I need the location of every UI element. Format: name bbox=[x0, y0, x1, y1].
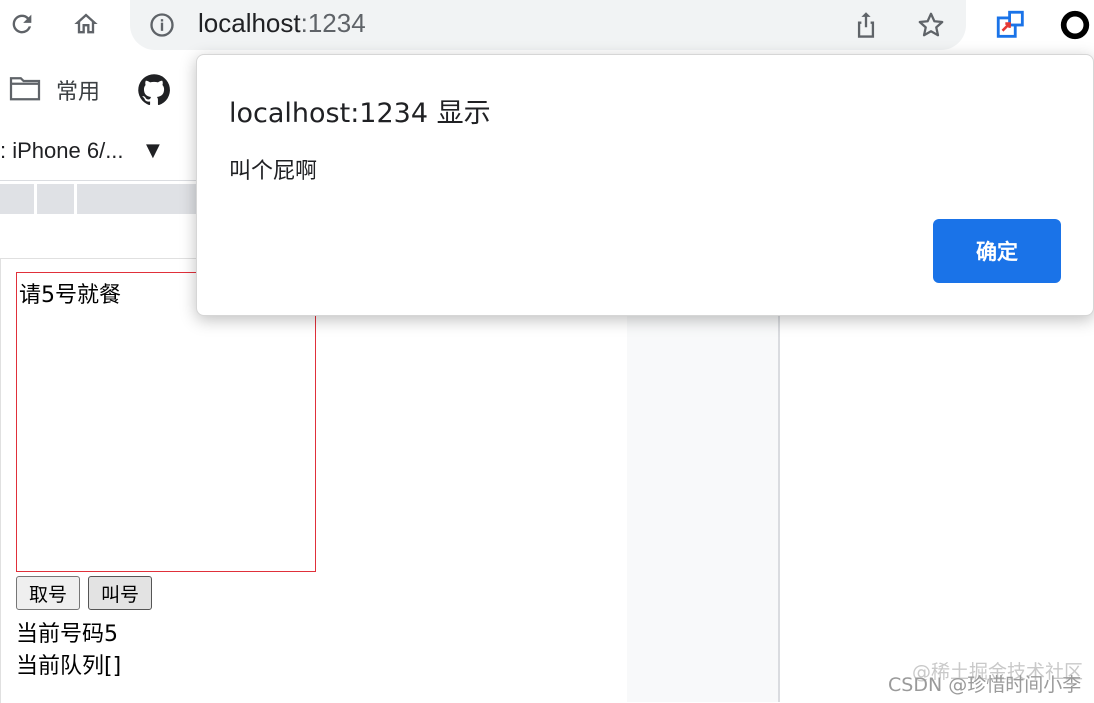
ruler-divider bbox=[34, 184, 37, 214]
url-text[interactable]: localhost:1234 bbox=[198, 8, 366, 39]
site-info-icon[interactable] bbox=[148, 11, 176, 43]
profile-avatar-icon[interactable] bbox=[1058, 8, 1092, 46]
ruler-divider bbox=[74, 184, 77, 214]
bookmark-folder-label[interactable]: 常用 bbox=[56, 74, 100, 106]
call-display-box: 请5号就餐 bbox=[16, 272, 316, 572]
watermark-csdn: CSDN @珍惜时间小李 bbox=[888, 674, 1082, 696]
url-host: localhost bbox=[198, 8, 301, 38]
device-toolbar: : iPhone 6/... ▼ bbox=[0, 126, 200, 181]
bookmark-star-icon[interactable] bbox=[916, 10, 946, 44]
call-number-button[interactable]: 叫号 bbox=[88, 576, 152, 610]
dialog-message: 叫个屁啊 bbox=[229, 159, 318, 184]
ok-button[interactable]: 确定 bbox=[933, 219, 1061, 283]
current-queue-text: 当前队列[] bbox=[16, 654, 122, 679]
device-select[interactable]: : iPhone 6/... bbox=[0, 138, 124, 164]
address-bar[interactable]: localhost:1234 bbox=[130, 0, 966, 50]
extension-icon[interactable] bbox=[994, 8, 1028, 46]
dialog-title: localhost:1234 显示 bbox=[229, 98, 491, 129]
current-number-text: 当前号码5 bbox=[16, 622, 118, 647]
reload-icon[interactable] bbox=[6, 8, 38, 40]
chevron-down-icon[interactable]: ▼ bbox=[146, 140, 160, 161]
take-number-button[interactable]: 取号 bbox=[16, 576, 80, 610]
media-query-ruler[interactable] bbox=[0, 184, 200, 214]
github-icon[interactable] bbox=[136, 72, 172, 112]
alert-dialog: localhost:1234 显示 叫个屁啊 确定 bbox=[196, 54, 1094, 316]
url-port: :1234 bbox=[300, 8, 366, 38]
browser-toolbar: localhost:1234 bbox=[0, 0, 1094, 54]
share-icon[interactable] bbox=[852, 10, 880, 44]
folder-icon[interactable] bbox=[8, 74, 42, 106]
home-icon[interactable] bbox=[70, 8, 102, 40]
